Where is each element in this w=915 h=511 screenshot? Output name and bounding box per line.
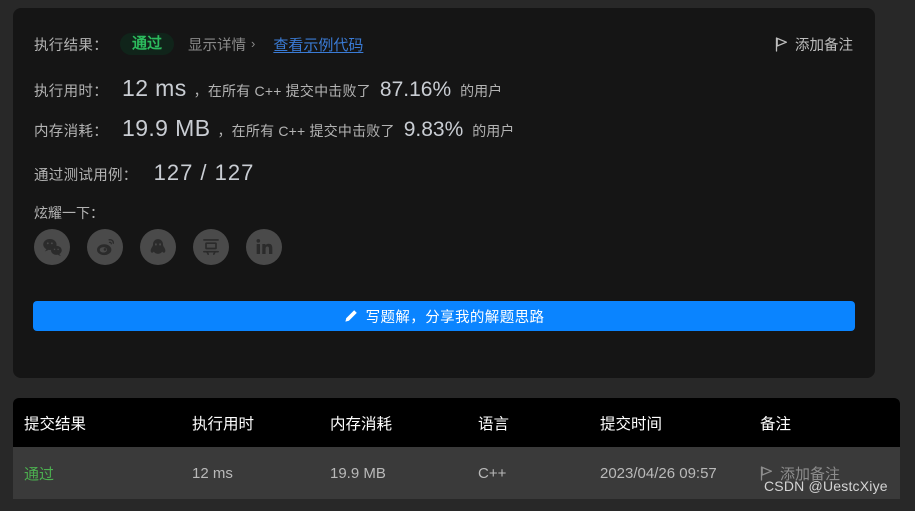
testcases-row: 通过测试用例： 127 / 127 — [34, 160, 254, 186]
testcases-value: 127 / 127 — [153, 160, 255, 185]
submission-result-card: 执行结果： 通过 显示详情 › 查看示例代码 添加备注 执行用时： 12 ms … — [13, 8, 875, 378]
table-header-row: 提交结果 执行用时 内存消耗 语言 提交时间 备注 — [13, 398, 900, 447]
memory-tail-text: 的用户 — [472, 123, 515, 139]
column-header-memory: 内存消耗 — [330, 415, 393, 433]
memory-label: 内存消耗： — [34, 124, 108, 140]
execution-result-row: 执行结果： 通过 显示详情 › 查看示例代码 — [34, 30, 363, 58]
linkedin-icon — [254, 237, 274, 257]
pencil-icon — [344, 309, 358, 323]
share-wechat-button[interactable] — [34, 229, 70, 265]
memory-middle-text: ，在所有 C++ 提交中击败了 — [217, 123, 395, 139]
cell-memory: 19.9 MB — [330, 464, 386, 482]
column-header-result: 提交结果 — [24, 415, 87, 433]
submissions-table: 提交结果 执行用时 内存消耗 语言 提交时间 备注 通过 12 ms 19.9 … — [13, 398, 900, 499]
runtime-middle-text: ，在所有 C++ 提交中击败了 — [193, 83, 371, 99]
column-header-runtime: 执行用时 — [192, 415, 255, 433]
show-details-toggle[interactable]: 显示详情 › — [188, 34, 255, 55]
execution-result-label: 执行结果： — [34, 37, 108, 54]
share-weibo-button[interactable] — [87, 229, 123, 265]
cell-submit-time: 2023/04/26 09:57 — [600, 464, 717, 482]
share-linkedin-button[interactable] — [246, 229, 282, 265]
memory-value: 19.9 MB — [122, 115, 211, 141]
cell-language: C++ — [478, 464, 507, 482]
qq-icon — [148, 237, 168, 258]
view-sample-code-link[interactable]: 查看示例代码 — [273, 34, 363, 55]
runtime-value: 12 ms — [122, 75, 187, 101]
runtime-percentile: 87.16% — [379, 78, 452, 101]
douban-icon — [201, 237, 221, 257]
runtime-row: 执行用时： 12 ms ，在所有 C++ 提交中击败了 87.16% 的用户 — [34, 75, 502, 102]
flag-icon — [760, 465, 773, 481]
write-solution-button[interactable]: 写题解，分享我的解题思路 — [33, 301, 855, 331]
weibo-icon — [95, 237, 116, 258]
share-icon-group — [34, 229, 282, 265]
testcases-label: 通过测试用例： — [34, 168, 138, 184]
column-header-language: 语言 — [478, 415, 510, 433]
column-header-submit-time: 提交时间 — [600, 415, 663, 433]
column-header-note: 备注 — [760, 415, 792, 433]
share-label: 炫耀一下： — [34, 205, 104, 221]
status-badge: 通过 — [120, 33, 175, 55]
share-qq-button[interactable] — [140, 229, 176, 265]
share-douban-button[interactable] — [193, 229, 229, 265]
add-note-label-top: 添加备注 — [795, 38, 853, 54]
cell-runtime: 12 ms — [192, 464, 233, 482]
cell-result[interactable]: 通过 — [24, 463, 54, 484]
show-details-label: 显示详情 — [188, 37, 247, 54]
table-row[interactable]: 通过 12 ms 19.9 MB C++ 2023/04/26 09:57 添加… — [13, 447, 900, 499]
add-note-label-row: 添加备注 — [780, 465, 841, 483]
memory-row: 内存消耗： 19.9 MB ，在所有 C++ 提交中击败了 9.83% 的用户 — [34, 115, 514, 142]
runtime-tail-text: 的用户 — [460, 83, 503, 99]
write-solution-label: 写题解，分享我的解题思路 — [365, 309, 545, 326]
cell-add-note-button[interactable]: 添加备注 — [760, 463, 840, 484]
chevron-right-icon: › — [251, 35, 256, 51]
memory-percentile: 9.83% — [403, 118, 464, 141]
runtime-label: 执行用时： — [34, 84, 108, 100]
add-note-button-top[interactable]: 添加备注 — [775, 34, 853, 55]
wechat-icon — [42, 237, 63, 258]
flag-icon — [775, 37, 788, 52]
